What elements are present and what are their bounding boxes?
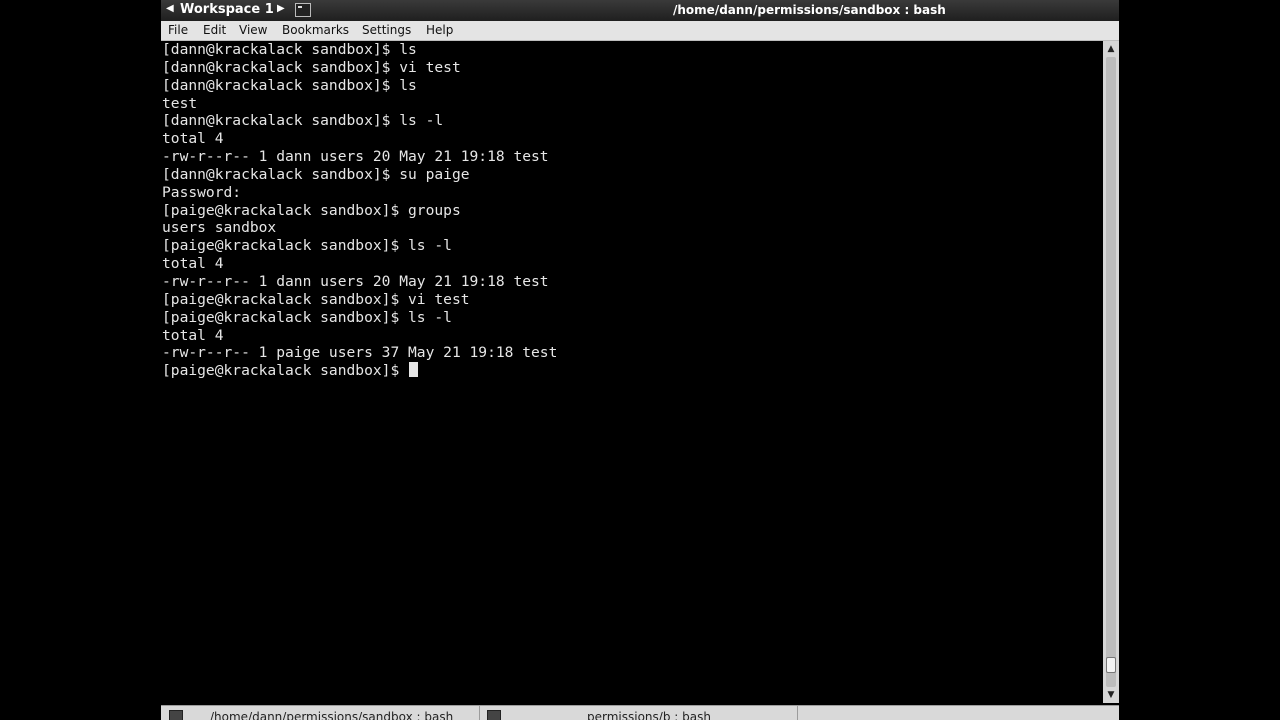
terminal-task-icon	[169, 710, 183, 720]
terminal-line: users sandbox	[162, 219, 277, 237]
menu-bar: File Edit View Bookmarks Settings Help	[161, 21, 1119, 41]
taskbar-task-label: permissions/b : bash	[587, 710, 711, 720]
terminal-line: [dann@krackalack sandbox]$ vi test	[162, 58, 461, 76]
workspace-prev-icon[interactable]: ◀	[166, 3, 174, 14]
terminal-line: [dann@krackalack sandbox]$ su paige	[162, 165, 470, 183]
menu-edit[interactable]: Edit	[203, 23, 226, 37]
terminal-line: -rw-r--r-- 1 dann users 20 May 21 19:18 …	[162, 148, 549, 166]
window-title: /home/dann/permissions/sandbox : bash	[673, 3, 946, 17]
terminal-line: [dann@krackalack sandbox]$ ls	[162, 41, 417, 58]
terminal-line: test	[162, 94, 198, 112]
terminal-window: ◀ Workspace 1 ▶ /home/dann/permissions/s…	[161, 0, 1119, 720]
terminal-task-icon	[487, 710, 501, 720]
terminal-line: [paige@krackalack sandbox]$ ls -l	[162, 237, 452, 255]
terminal-line: Password:	[162, 183, 242, 201]
terminal-line: [paige@krackalack sandbox]$ ls -l	[162, 308, 452, 326]
taskbar-task-sandbox-bash[interactable]: /home/dann/permissions/sandbox : bash	[161, 706, 480, 720]
workspace-label: Workspace 1	[180, 2, 274, 17]
menu-settings[interactable]: Settings	[362, 23, 411, 37]
terminal-line: -rw-r--r-- 1 paige users 37 May 21 19:18…	[162, 344, 558, 362]
text-cursor	[409, 362, 419, 378]
terminal-line: total 4	[162, 255, 224, 273]
terminal-line: total 4	[162, 326, 224, 344]
terminal-line: [dann@krackalack sandbox]$ ls	[162, 76, 417, 94]
terminal-line: [paige@krackalack sandbox]$ groups	[162, 201, 461, 219]
scroll-down-arrow-icon[interactable]: ▼	[1103, 687, 1119, 703]
scrollbar-track[interactable]	[1106, 57, 1116, 687]
terminal-app-icon[interactable]	[295, 3, 311, 17]
terminal-output[interactable]: [dann@krackalack sandbox]$ ls [dann@krac…	[161, 41, 1103, 703]
menu-view[interactable]: View	[239, 23, 267, 37]
workspace-next-icon[interactable]: ▶	[277, 3, 285, 14]
terminal-line: total 4	[162, 130, 224, 148]
screen: ◀ Workspace 1 ▶ /home/dann/permissions/s…	[0, 0, 1280, 720]
menu-help[interactable]: Help	[426, 23, 453, 37]
title-bar: ◀ Workspace 1 ▶ /home/dann/permissions/s…	[161, 0, 1119, 21]
scroll-up-arrow-icon[interactable]: ▲	[1103, 41, 1119, 57]
taskbar: /home/dann/permissions/sandbox : bash pe…	[161, 705, 1119, 720]
terminal-line: [paige@krackalack sandbox]$ vi test	[162, 290, 470, 308]
taskbar-task-permissions-bash[interactable]: permissions/b : bash	[479, 706, 798, 720]
menu-bookmarks[interactable]: Bookmarks	[282, 23, 349, 37]
menu-file[interactable]: File	[168, 23, 188, 37]
scrollbar-thumb[interactable]	[1106, 657, 1116, 673]
taskbar-task-label: /home/dann/permissions/sandbox : bash	[210, 710, 454, 720]
terminal-prompt-line[interactable]: [paige@krackalack sandbox]$	[161, 362, 1103, 380]
terminal-prompt: [paige@krackalack sandbox]$	[162, 362, 409, 380]
terminal-line: [dann@krackalack sandbox]$ ls -l	[162, 112, 444, 130]
terminal-line: -rw-r--r-- 1 dann users 20 May 21 19:18 …	[162, 272, 549, 290]
terminal-scrollbar[interactable]: ▲ ▼	[1103, 41, 1119, 703]
